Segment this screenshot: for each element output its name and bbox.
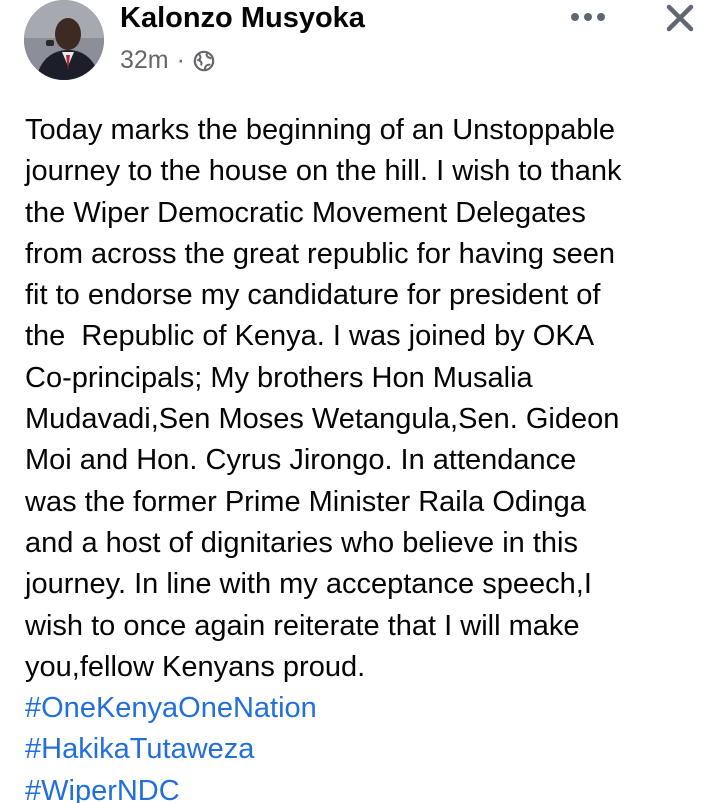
more-options-button[interactable]	[566, 2, 610, 32]
close-button[interactable]	[660, 0, 700, 36]
post-timestamp[interactable]: 32m	[120, 46, 169, 75]
post-text-line: journey to the house on the hill. I wish…	[25, 155, 622, 188]
post-meta: 32m ·	[120, 46, 215, 75]
post-text-line: fit to endorse my candidature for presid…	[25, 279, 601, 312]
post-text-line: Co-principals; My brothers Hon Musalia	[25, 361, 533, 394]
hashtag-link[interactable]: #HakikaTutaweza	[25, 729, 705, 770]
post-text-line: Today marks the beginning of an Unstoppa…	[25, 114, 616, 146]
hashtag-link[interactable]: #WiperNDC	[25, 771, 705, 803]
post-body: Today marks the beginning of an Unstoppa…	[25, 110, 705, 803]
avatar[interactable]	[24, 0, 104, 80]
avatar-photo	[24, 0, 104, 80]
post-text-line: Mudavadi,Sen Moses Wetangula,Sen. Gideon	[25, 403, 620, 436]
hashtag-link[interactable]: #OneKenyaOneNation	[25, 688, 705, 729]
globe-icon[interactable]	[193, 50, 215, 72]
author-name[interactable]: Kalonzo Musyoka	[120, 2, 365, 35]
post-text: Today marks the beginning of an Unstoppa…	[25, 110, 705, 688]
meta-separator: ·	[176, 46, 185, 74]
post-text-line: journey. In line with my acceptance spee…	[25, 568, 592, 601]
post-text-line: and a host of dignitaries who believe in…	[25, 526, 578, 559]
more-horizontal-icon	[571, 13, 605, 21]
close-icon	[666, 4, 694, 32]
post-text-line: Moi and Hon. Cyrus Jirongo. In attendanc…	[25, 444, 577, 477]
post-header: Kalonzo Musyoka 32m ·	[0, 0, 720, 90]
post-text-line: the Republic of Kenya. I was joined by O…	[25, 320, 595, 353]
post-text-line: from across the great republic for havin…	[25, 237, 615, 270]
post-text-line: was the former Prime Minister Raila Odin…	[25, 485, 586, 518]
post-text-line: the Wiper Democratic Movement Delegates	[25, 196, 586, 229]
post-text-line: you,fellow Kenyans proud.	[25, 650, 366, 683]
post-text-line: wish to once again reiterate that I will…	[25, 609, 580, 642]
